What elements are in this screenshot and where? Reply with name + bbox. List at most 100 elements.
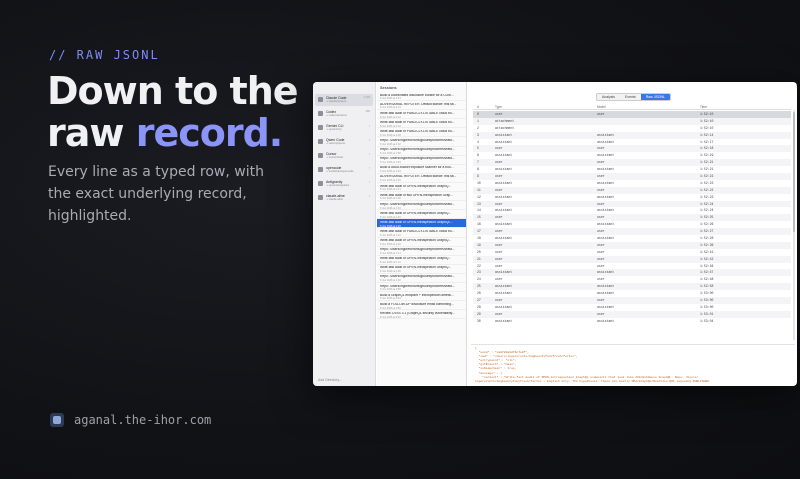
session-item[interactable]: Write-fast audit of OPEN-introspection G… xyxy=(377,219,466,229)
session-item[interactable]: Repo: /Users/ingorerunti/bugbountyfuncfr… xyxy=(377,137,466,147)
row-time: 1:52:36 xyxy=(700,242,714,247)
row-time: 1:52:17 xyxy=(700,139,714,144)
table-row[interactable]: 16 assistant assistant 1:52:26 xyxy=(473,221,791,228)
session-item[interactable]: Build a FOLLOW-UP disclosure email combi… xyxy=(377,301,466,311)
row-index: 21 xyxy=(477,256,481,261)
source-item[interactable]: Codex ~/.codex/sessions 284 xyxy=(315,108,373,120)
row-type: attachment xyxy=(495,118,515,123)
table-row[interactable]: 2 attachment 1:52:10 xyxy=(473,125,791,132)
session-item[interactable]: Write-fast audit of OPEN-introspection G… xyxy=(377,210,466,220)
table-row[interactable]: 8 assistant assistant 1:52:21 xyxy=(473,166,791,173)
app-window: Claude Code ~/.claude/projects 1,163 Codex ~… xyxy=(313,82,797,386)
table-row[interactable]: 28 assistant assistant 1:53:00 xyxy=(473,304,791,311)
row-index: 25 xyxy=(477,284,481,289)
session-date: 8 Jun 2026 at 1:41 xyxy=(380,188,401,192)
session-item[interactable]: Write-fast audit of PUBLICLY-LISTABLE cl… xyxy=(377,128,466,138)
table-row[interactable]: 0 user user 1:52:10 xyxy=(473,111,791,118)
table-row[interactable]: 5 user user 1:52:18 xyxy=(473,145,791,153)
table-row[interactable]: 21 user user 1:52:42 xyxy=(473,255,791,263)
table-row[interactable]: 24 user user 1:52:48 xyxy=(473,276,791,283)
source-text: Gemini CLI ~/.gemini/tmp xyxy=(326,124,344,131)
session-title: Build a FOLLOW-UP disclosure email combi… xyxy=(380,302,454,306)
row-type: assistant xyxy=(495,167,513,172)
add-directory-button[interactable]: Add Directory... xyxy=(318,378,342,382)
table-row[interactable]: 4 assistant assistant 1:52:17 xyxy=(473,139,791,146)
source-app-icon xyxy=(318,153,323,158)
session-item[interactable]: ADVERSARIAL REFUTER. Default stance: thi… xyxy=(377,174,466,183)
table-row[interactable]: 11 user user 1:52:22 xyxy=(473,186,791,194)
tab-analysis[interactable]: Analysis xyxy=(597,94,621,100)
row-time: 1:53:00 xyxy=(700,298,714,303)
table-row[interactable]: 15 user user 1:52:25 xyxy=(473,214,791,222)
footer-url[interactable]: aganal.the-ihor.com xyxy=(74,413,211,427)
source-item[interactable]: Gemini CLI ~/.gemini/tmp › xyxy=(315,122,373,134)
tab-raw-jsonl[interactable]: Raw JSONL xyxy=(640,94,671,100)
chevron-right-icon[interactable]: › xyxy=(369,138,370,142)
session-item[interactable]: Write-fast audit of PUBLICLY-LISTABLE cl… xyxy=(377,110,466,120)
table-row[interactable]: 13 user user 1:52:24 xyxy=(473,200,791,208)
session-item[interactable]: Write-fast audit of OPEN-introspection G… xyxy=(377,183,466,193)
session-item[interactable]: Build a cloud-bucket exposure scanner fo… xyxy=(377,165,466,174)
table-row[interactable]: 14 assistant assistant 1:52:24 xyxy=(473,207,791,214)
table-scrollbar[interactable] xyxy=(793,110,795,340)
session-item[interactable]: Repo: /Users/ingorerunti/bugbountyfuncfr… xyxy=(377,274,466,283)
session-item[interactable]: Write-fast audit of PUBLICLY-LISTABLE cl… xyxy=(377,228,466,238)
col-model-header[interactable]: Model xyxy=(597,105,606,109)
table-row[interactable]: 19 user user 1:52:36 xyxy=(473,241,791,249)
source-item[interactable]: Antigravity ~/.gemini/antigravity › xyxy=(315,178,373,190)
table-row[interactable]: 29 user user 1:53:01 xyxy=(473,310,791,318)
table-row[interactable]: 12 assistant assistant 1:52:23 xyxy=(473,194,791,201)
source-item[interactable]: claude-aline ~/.claude-aline › xyxy=(315,192,373,204)
row-model: assistant xyxy=(597,132,615,137)
chevron-right-icon[interactable]: › xyxy=(369,152,370,156)
source-item[interactable]: Qwen Code ~/.qwen/projects › xyxy=(315,136,373,148)
session-item[interactable]: Write-fast audit of two OPEN-introspecti… xyxy=(377,192,466,202)
table-row[interactable]: 9 user user 1:52:22 xyxy=(473,173,791,180)
table-row[interactable]: 20 user user 1:52:41 xyxy=(473,249,791,256)
session-item[interactable]: Review CVSS 3.1 (GraphQL security vulner… xyxy=(377,310,466,320)
table-row[interactable]: 10 assistant assistant 1:52:23 xyxy=(473,180,791,187)
row-type: assistant xyxy=(495,153,513,158)
table-row[interactable]: 18 assistant assistant 1:52:28 xyxy=(473,235,791,242)
session-item[interactable]: Write-fast audit of OPEN-introspection G… xyxy=(377,265,466,274)
session-item[interactable]: Repo: /Users/ingorerunti/bugbountyfuncfr… xyxy=(377,247,466,256)
chevron-right-icon[interactable]: › xyxy=(369,194,370,198)
table-row[interactable]: 30 assistant assistant 1:53:04 xyxy=(473,318,791,325)
session-item[interactable]: Repo: /Users/ingorerunti/bugbountyfuncfr… xyxy=(377,283,466,293)
col-time-header[interactable]: Time xyxy=(700,105,707,109)
table-row[interactable]: 23 assistant assistant 1:52:47 xyxy=(473,269,791,277)
session-item[interactable]: ADVERSARIAL REFUTER. Default stance: thi… xyxy=(377,101,466,111)
session-item[interactable]: Write-fast audit of OPEN-introspection G… xyxy=(377,256,466,265)
table-row[interactable]: 27 user user 1:53:00 xyxy=(473,297,791,304)
col-type-header[interactable]: Type xyxy=(495,105,502,109)
table-row[interactable]: 17 user user 1:52:27 xyxy=(473,228,791,236)
source-item[interactable]: opencode ~/.local/share/opencode › xyxy=(315,164,373,176)
row-index: 6 xyxy=(477,153,479,158)
session-item[interactable]: Write-fast audit of OPEN-introspection G… xyxy=(377,238,466,247)
table-row[interactable]: 3 assistant assistant 1:52:14 xyxy=(473,131,791,139)
table-row[interactable]: 7 user user 1:52:21 xyxy=(473,159,791,167)
session-item[interactable]: Write-fast audit of PUBLICLY-LISTABLE cl… xyxy=(377,119,466,129)
table-row[interactable]: 6 assistant assistant 1:52:19 xyxy=(473,152,791,159)
source-text: Codex ~/.codex/sessions xyxy=(326,110,347,117)
session-item[interactable]: Build a coordinated disclosure bundle fo… xyxy=(377,92,466,102)
chevron-right-icon[interactable]: › xyxy=(369,166,370,170)
table-row[interactable]: 25 assistant assistant 1:52:58 xyxy=(473,283,791,291)
table-row[interactable]: 26 assistant assistant 1:53:00 xyxy=(473,290,791,297)
row-model: user xyxy=(597,242,605,247)
source-item[interactable]: Cursor ~/.cursor/chats › xyxy=(315,150,373,162)
session-item[interactable]: Repo: /Users/ingorerunti/bugbountyfuncfr… xyxy=(377,201,466,211)
chevron-right-icon[interactable]: › xyxy=(369,180,370,184)
table-row[interactable]: 1 attachment 1:52:10 xyxy=(473,117,791,125)
col-index-header[interactable]: # xyxy=(477,105,479,109)
source-item[interactable]: Claude Code ~/.claude/projects 1,163 xyxy=(315,94,373,106)
tab-events[interactable]: Events xyxy=(620,94,641,100)
chevron-right-icon[interactable]: › xyxy=(369,124,370,128)
session-item[interactable]: Repo: /Users/ingorerunti/bugbountyfuncfr… xyxy=(377,156,466,165)
session-date: 8 Jun 2026 at 1:06 xyxy=(380,270,401,274)
session-date: 8 Jun 2026 at 1:30 xyxy=(380,215,401,219)
session-item[interactable]: Repo: /Users/ingorerunti/bugbountyfuncfr… xyxy=(377,147,466,156)
row-model: assistant xyxy=(597,153,615,158)
table-row[interactable]: 22 user user 1:52:46 xyxy=(473,263,791,270)
session-item[interactable]: Build a GraphQL endpoint + introspection… xyxy=(377,292,466,302)
